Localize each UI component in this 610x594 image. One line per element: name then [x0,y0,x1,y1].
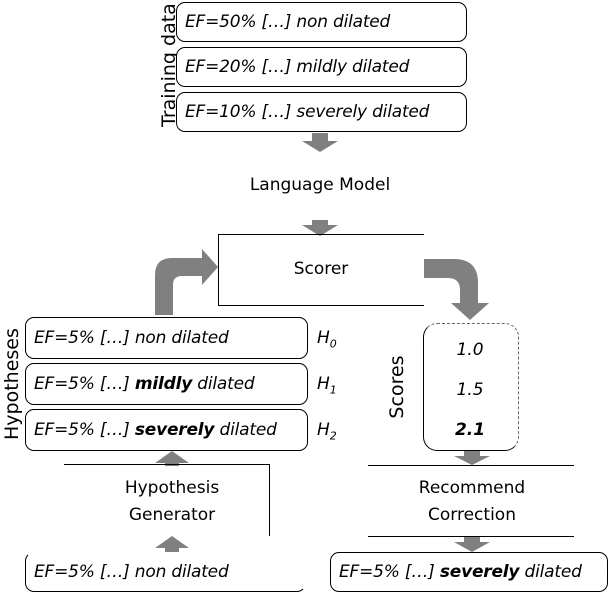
hypothesis-2-suffix: dilated [214,420,277,440]
recommend-bottom-line [368,536,574,537]
output-report: EF=5% […] severely dilated [330,552,608,592]
generator-label-line2: Generator [128,505,216,525]
hypothesis-2-tag-sub: 2 [329,429,337,443]
hypothesis-2-tag: H2 [317,420,337,442]
hypotheses-label: Hypotheses [1,328,23,440]
score-2: 2.1 [454,420,486,440]
generator-top-line [64,464,270,465]
hypothesis-1: EF=5% […] mildly dilated [25,363,308,405]
output-prefix: EF=5% […] [339,562,435,582]
arrow-down-scores-to-recommend [454,450,490,465]
hypothesis-0-prefix: EF=5% […] [34,328,130,348]
training-example-1: EF=50% […] non dilated [176,2,467,42]
input-report-text: EF=5% […] non dilated [34,562,229,582]
arrow-down-training-to-lm [302,133,338,152]
scorer-label: Scorer [293,259,349,279]
hypothesis-1-prefix: EF=5% […] [34,374,130,394]
score-0: 1.0 [456,340,484,360]
recommend-label-line2: Correction [428,505,516,525]
hypothesis-1-suffix: dilated [192,374,255,394]
hypothesis-1-emphasis: mildly [134,374,193,394]
arrow-curved-hypotheses-to-scorer [155,249,218,315]
arrow-up-input-to-generator [155,536,189,552]
hypothesis-2-prefix: EF=5% […] [34,420,130,440]
hypothesis-0-suffix: non dilated [134,328,229,348]
hypothesis-0-tag: H0 [317,328,337,350]
generator-label-line1: Hypothesis [124,478,220,498]
score-1: 1.5 [456,380,484,400]
scores-label: Scores [386,355,408,419]
training-example-2: EF=20% […] mildly dilated [176,47,467,87]
output-emphasis: severely [439,562,520,582]
output-suffix: dilated [519,562,582,582]
hypothesis-0-tag-letter: H [317,328,330,348]
hypothesis-1-tag: H1 [317,374,337,396]
training-example-3: EF=10% […] severely dilated [176,92,467,132]
training-example-3-text: EF=10% […] severely dilated [185,102,430,122]
hypothesis-1-tag-sub: 1 [329,383,337,397]
hypothesis-1-tag-letter: H [317,374,330,394]
recommend-label-line1: Recommend [418,478,526,498]
arrow-curved-scorer-to-scores [424,259,489,320]
arrow-down-recommend-to-output [454,537,490,552]
recommend-top-line [368,465,574,466]
hypothesis-2-emphasis: severely [134,420,215,440]
language-model-label: Language Model [249,175,391,195]
hypothesis-2-tag-letter: H [317,420,330,440]
hypothesis-0-tag-sub: 0 [329,337,337,351]
hypothesis-2: EF=5% […] severely dilated [25,409,308,451]
training-example-2-text: EF=20% […] mildly dilated [185,57,410,77]
training-example-1-text: EF=50% […] non dilated [185,12,391,32]
input-report: EF=5% […] non dilated [25,552,306,592]
generator-right-line [269,464,270,536]
hypothesis-0: EF=5% […] non dilated [25,317,308,359]
